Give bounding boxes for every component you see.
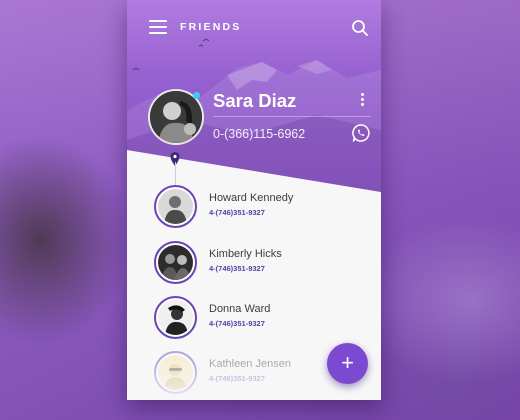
add-contact-button[interactable]: + (327, 343, 368, 384)
contact-photo (158, 300, 193, 335)
contact-name: Kathleen Jensen (209, 358, 291, 370)
contact-photo (158, 355, 193, 390)
timeline-connector (175, 162, 176, 186)
profile-divider (213, 116, 371, 117)
contact-avatar (154, 296, 197, 339)
whatsapp-icon[interactable] (351, 123, 371, 143)
contact-name: Kimberly Hicks (209, 248, 282, 260)
plus-icon: + (341, 350, 354, 375)
contact-avatar (154, 185, 197, 228)
contact-item[interactable]: Howard Kennedy 4-(746)351-9327 (154, 185, 369, 231)
contact-phone: 4-(746)351-9327 (209, 264, 265, 273)
search-icon[interactable] (351, 19, 369, 37)
contact-photo (158, 245, 193, 280)
top-bar: FRIENDS (127, 0, 381, 56)
online-status-indicator (193, 92, 200, 99)
profile-name: Sara Diaz (213, 90, 297, 111)
hamburger-menu-icon[interactable] (149, 20, 167, 34)
page-title: FRIENDS (180, 21, 242, 33)
contact-item[interactable]: Donna Ward 4-(746)351-9327 (154, 296, 369, 342)
contact-photo (158, 189, 193, 224)
more-vertical-icon[interactable] (359, 93, 365, 107)
friends-screen: FRIENDS Sara Diaz 0-(366)115-6962 Howard… (127, 0, 381, 400)
contact-item[interactable]: Kimberly Hicks 4-(746)351-9327 (154, 241, 369, 287)
contact-phone: 4-(746)351-9327 (209, 319, 265, 328)
contact-name: Howard Kennedy (209, 192, 294, 204)
contact-phone: 4-(746)351-9327 (209, 208, 265, 217)
contact-name: Donna Ward (209, 303, 271, 315)
contact-avatar (154, 241, 197, 284)
profile-phone: 0-(366)115-6962 (213, 127, 306, 141)
profile-photo (150, 91, 202, 143)
contact-avatar (154, 351, 197, 394)
contact-phone: 4-(746)351-9327 (209, 374, 265, 383)
